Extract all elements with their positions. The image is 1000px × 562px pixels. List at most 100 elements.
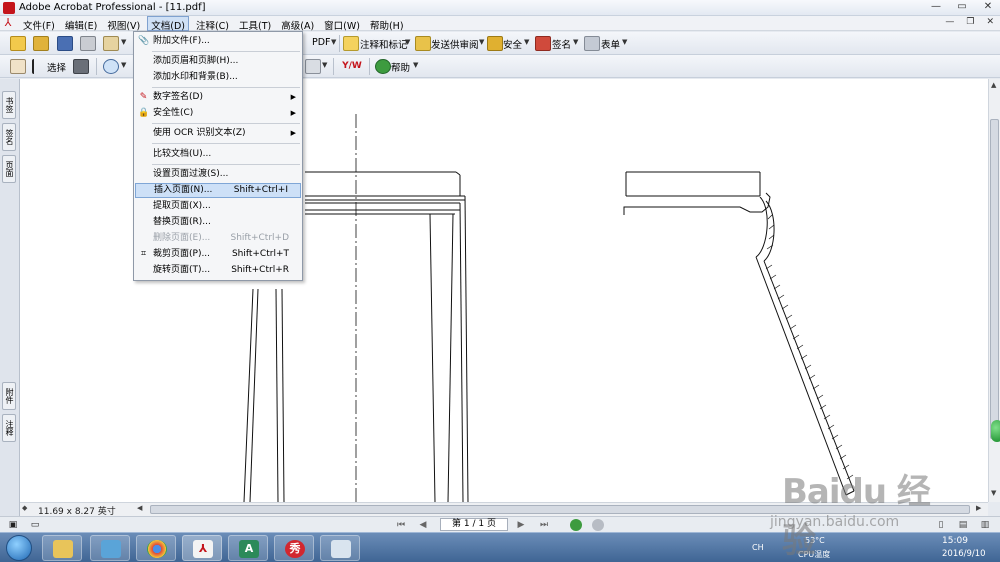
digital-signature-item[interactable]: ✎ 数字签名(D) ▶ <box>135 90 301 105</box>
youdao-icon[interactable]: Y/W <box>341 59 363 74</box>
add-watermark-background-item[interactable]: 添加水印和背景(B)... <box>135 70 301 85</box>
clock-time[interactable]: 15:09 <box>942 536 968 546</box>
snapshot-icon[interactable] <box>73 59 89 74</box>
lock-icon[interactable] <box>487 36 503 51</box>
menu-comments[interactable]: 注释(C) <box>193 16 232 32</box>
taskbar-acrobat[interactable]: ⅄ <box>182 535 222 561</box>
next-page-button[interactable]: ▶ <box>514 519 528 531</box>
email-icon[interactable] <box>103 36 119 51</box>
taskbar-app-red[interactable]: 秀 <box>274 535 314 561</box>
secure-button[interactable]: 安全 <box>503 37 522 51</box>
ime-indicator[interactable]: CH <box>752 543 764 552</box>
forms-icon[interactable] <box>584 36 600 51</box>
taskbar-chrome[interactable] <box>136 535 176 561</box>
fullscreen-icon[interactable]: ▭ <box>28 519 42 531</box>
scroll-down-icon[interactable]: ▼ <box>991 489 996 497</box>
security-item[interactable]: 🔒 安全性(C) ▶ <box>135 106 301 121</box>
chevron-down-icon[interactable]: ▼ <box>622 38 627 46</box>
select-tool-button[interactable]: 选择 <box>47 60 66 74</box>
send-review-icon[interactable] <box>415 36 431 51</box>
pages-tab[interactable]: 页面 <box>2 155 16 183</box>
create-pdf-label[interactable]: PDF <box>312 37 331 48</box>
insert-pages-item[interactable]: 插入页面(N)... Shift+Ctrl+I <box>135 183 301 198</box>
maximize-button[interactable]: ▭ <box>954 1 970 13</box>
page-transitions-item[interactable]: 设置页面过渡(S)... <box>135 167 301 182</box>
menu-help[interactable]: 帮助(H) <box>367 16 407 32</box>
zoom-icon[interactable] <box>103 59 119 74</box>
acrobat-menu-icon[interactable]: ⅄ <box>2 17 14 29</box>
sign-pen-icon[interactable] <box>535 36 551 51</box>
hand-tool-icon[interactable] <box>10 59 26 74</box>
attachments-tab[interactable]: 附件 <box>2 382 16 410</box>
add-header-footer-item[interactable]: 添加页眉和页脚(H)... <box>135 54 301 69</box>
page-size-expand-icon[interactable]: ◆ <box>22 504 27 512</box>
horizontal-scrollbar[interactable]: ◆ 11.69 x 8.27 英寸 ◀ ▶ <box>20 502 988 517</box>
chevron-down-icon[interactable]: ▼ <box>405 38 410 46</box>
go-forward-icon[interactable] <box>592 519 604 531</box>
first-page-button[interactable]: ⏮ <box>394 519 408 531</box>
chevron-down-icon[interactable]: ▼ <box>413 61 418 69</box>
menu-edit[interactable]: 编辑(E) <box>62 16 100 32</box>
ocr-recognize-item[interactable]: 使用 OCR 识别文本(Z) ▶ <box>135 126 301 141</box>
create-pdf-icon[interactable] <box>33 36 49 51</box>
rotate-pages-item[interactable]: 旋转页面(T)... Shift+Ctrl+R <box>135 263 301 278</box>
page-number-field[interactable]: 第 1 / 1 页 <box>440 518 508 531</box>
menu-document[interactable]: 文档(D) <box>147 16 189 32</box>
scroll-left-icon[interactable]: ◀ <box>137 504 142 512</box>
menu-tools[interactable]: 工具(T) <box>236 16 274 32</box>
previous-page-button[interactable]: ◀ <box>416 519 430 531</box>
comment-markup-button[interactable]: 注释和标记 <box>360 37 408 51</box>
sign-button[interactable]: 签名 <box>552 37 571 51</box>
doc-close-button[interactable]: ✕ <box>986 17 994 27</box>
compare-documents-item[interactable]: 比较文档(U)... <box>135 147 301 162</box>
scroll-up-icon[interactable]: ▲ <box>991 81 996 89</box>
print-icon[interactable] <box>80 36 96 51</box>
chevron-down-icon[interactable]: ▼ <box>573 38 578 46</box>
replace-pages-item[interactable]: 替换页面(R)... <box>135 215 301 230</box>
taskbar-paint[interactable] <box>320 535 360 561</box>
chevron-down-icon[interactable]: ▼ <box>121 61 126 69</box>
menu-file[interactable]: 文件(F) <box>20 16 58 32</box>
scroll-right-icon[interactable]: ▶ <box>976 504 981 512</box>
chevron-down-icon[interactable]: ▼ <box>322 61 327 69</box>
vertical-scroll-thumb[interactable] <box>990 119 999 439</box>
chevron-down-icon[interactable]: ▼ <box>331 38 336 46</box>
save-icon[interactable] <box>57 36 73 51</box>
chevron-down-icon[interactable]: ▼ <box>121 38 126 46</box>
horizontal-scroll-thumb[interactable] <box>150 505 970 514</box>
doc-restore-button[interactable]: ❐ <box>966 17 974 27</box>
menu-window[interactable]: 窗口(W) <box>321 16 363 32</box>
open-folder-icon[interactable] <box>10 36 26 51</box>
single-page-layout-icon[interactable]: ▯ <box>934 519 948 531</box>
minimize-button[interactable]: — <box>928 1 944 13</box>
extract-pages-item[interactable]: 提取页面(X)... <box>135 199 301 214</box>
start-button[interactable] <box>6 535 32 561</box>
continuous-layout-icon[interactable]: ▤ <box>956 519 970 531</box>
panel-toggle-icon[interactable]: ▣ <box>6 519 20 531</box>
close-button[interactable]: ✕ <box>980 1 996 13</box>
comment-icon[interactable] <box>343 36 359 51</box>
last-page-button[interactable]: ⏭ <box>537 519 551 531</box>
attach-file-item[interactable]: 📎 附加文件(F)... <box>135 34 301 49</box>
go-back-icon[interactable] <box>570 519 582 531</box>
crop-pages-item[interactable]: ⌗ 裁剪页面(P)... Shift+Ctrl+T <box>135 247 301 262</box>
menu-view[interactable]: 视图(V) <box>104 16 143 32</box>
menu-advanced[interactable]: 高级(A) <box>278 16 317 32</box>
forms-button[interactable]: 表单 <box>601 37 620 51</box>
signatures-tab[interactable]: 签名 <box>2 123 16 151</box>
doc-minimize-button[interactable]: — <box>945 17 954 27</box>
help-button[interactable]: 帮助 <box>391 60 410 74</box>
clock-date[interactable]: 2016/9/10 <box>942 549 986 559</box>
text-cursor-icon[interactable] <box>32 59 42 74</box>
send-review-button[interactable]: 发送供审阅 <box>431 37 479 51</box>
comments-tab[interactable]: 注释 <box>2 414 16 442</box>
help-icon[interactable] <box>375 59 391 74</box>
widget-indicator-icon[interactable] <box>991 420 1000 442</box>
facing-layout-icon[interactable]: ▥ <box>978 519 992 531</box>
taskbar-app-blue[interactable] <box>90 535 130 561</box>
taskbar-explorer[interactable] <box>42 535 82 561</box>
chevron-down-icon[interactable]: ▼ <box>479 38 484 46</box>
bookmarks-tab[interactable]: 书签 <box>2 91 16 119</box>
taskbar-autocad[interactable]: A <box>228 535 268 561</box>
rotate-view-icon[interactable] <box>305 59 321 74</box>
